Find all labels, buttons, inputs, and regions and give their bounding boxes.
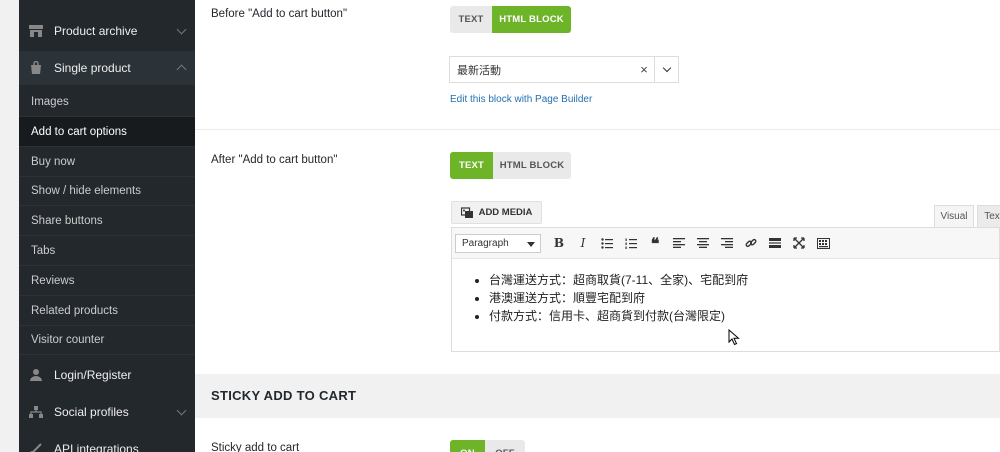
tab-visual[interactable]: Visual <box>934 205 974 227</box>
before-content-type-toggle: TEXT HTML BLOCK <box>450 6 571 33</box>
section-divider <box>195 129 1000 130</box>
sidebar-subitem-visitor-counter[interactable]: Visitor counter <box>19 325 195 355</box>
blockquote-icon[interactable]: ❝ <box>643 233 667 253</box>
clear-selection-icon[interactable]: × <box>634 62 654 77</box>
sidebar-item-label: API integrations <box>54 442 139 452</box>
html-block-select[interactable]: 最新活動 × <box>449 56 679 83</box>
sidebar-subitem-label: Share buttons <box>31 214 103 227</box>
store-icon <box>28 24 44 38</box>
edit-block-link[interactable]: Edit this block with Page Builder <box>450 94 592 105</box>
numbered-list-icon[interactable] <box>619 233 643 253</box>
content-bullet-list: 台灣運送方式：超商取貨(7-11、全家)、宅配到府 港澳運送方式：順豐宅配到府 … <box>489 271 999 325</box>
html-block-select-value: 最新活動 <box>457 64 501 77</box>
after-content-type-toggle: TEXT HTML BLOCK <box>450 152 571 179</box>
align-left-icon[interactable] <box>667 233 691 253</box>
sidebar-subitem-reviews[interactable]: Reviews <box>19 266 195 296</box>
sidebar-item-label: Social profiles <box>54 405 129 419</box>
mouse-cursor-icon <box>728 329 740 346</box>
align-center-icon[interactable] <box>691 233 715 253</box>
sidebar-item-login-register[interactable]: Login/Register <box>19 358 195 392</box>
settings-panel: Before "Add to cart button" TEXT HTML BL… <box>195 0 1000 452</box>
network-icon <box>28 405 44 419</box>
sidebar-item-product-archive[interactable]: Product archive <box>19 14 195 48</box>
sidebar-subitem-label: Tabs <box>31 244 56 257</box>
section-title: STICKY ADD TO CART <box>211 388 357 403</box>
sidebar-subitem-related-products[interactable]: Related products <box>19 296 195 326</box>
after-html-block-option[interactable]: HTML BLOCK <box>493 152 571 179</box>
sticky-off-option[interactable]: OFF <box>485 440 525 452</box>
sticky-add-to-cart-label: Sticky add to cart <box>211 442 300 452</box>
sticky-toggle: ON OFF <box>450 440 525 452</box>
sidebar-item-label: Single product <box>54 61 131 75</box>
list-item: 台灣運送方式：超商取貨(7-11、全家)、宅配到府 <box>489 271 999 289</box>
bag-icon <box>28 61 44 75</box>
sidebar-subitem-tabs[interactable]: Tabs <box>19 236 195 266</box>
chevron-down-icon <box>176 405 187 415</box>
dropdown-arrow-icon <box>527 241 535 247</box>
user-icon <box>28 368 44 382</box>
add-media-label: ADD MEDIA <box>478 207 533 218</box>
after-text-option[interactable]: TEXT <box>450 152 493 179</box>
sticky-on-option[interactable]: ON <box>450 440 485 452</box>
media-icon <box>460 206 473 218</box>
sticky-section-header: STICKY ADD TO CART <box>195 374 1000 418</box>
rich-text-editor: Paragraph B I ❝ • 台灣運送方式：超商取貨(7-11、全家)、宅… <box>451 227 1000 352</box>
after-add-to-cart-label: After "Add to cart button" <box>211 154 338 166</box>
chevron-up-icon <box>176 64 187 75</box>
bold-icon[interactable]: B <box>547 233 571 253</box>
sidebar-subitem-share-buttons[interactable]: Share buttons <box>19 206 195 236</box>
sidebar-subitem-label: Visitor counter <box>31 333 105 346</box>
chevron-down-icon <box>176 24 187 34</box>
settings-sidebar: Product archive Single product Images Ad… <box>19 0 195 452</box>
page-margin <box>0 0 19 452</box>
add-media-button[interactable]: ADD MEDIA <box>451 201 542 224</box>
fullscreen-icon[interactable] <box>787 233 811 253</box>
chevron-down-icon[interactable] <box>654 57 678 82</box>
align-right-icon[interactable] <box>715 233 739 253</box>
format-select[interactable]: Paragraph <box>455 233 541 253</box>
sidebar-subitem-label: Buy now <box>31 155 76 168</box>
before-add-to-cart-label: Before "Add to cart button" <box>211 8 348 20</box>
sidebar-item-api-integrations[interactable]: API integrations <box>19 432 195 452</box>
sidebar-subitem-show-hide-elements[interactable]: Show / hide elements <box>19 176 195 206</box>
sidebar-item-single-product[interactable]: Single product <box>19 51 195 85</box>
read-more-icon[interactable] <box>763 233 787 253</box>
list-item: 付款方式：信用卡、超商貨到付款(台灣限定) <box>489 307 999 325</box>
sidebar-subitem-label: Reviews <box>31 274 75 287</box>
sidebar-subitem-label: Add to cart options <box>31 125 127 138</box>
sidebar-subitem-add-to-cart-options[interactable]: Add to cart options <box>19 117 195 147</box>
sidebar-item-social-profiles[interactable]: Social profiles <box>19 395 195 429</box>
sidebar-item-label: Product archive <box>54 24 138 38</box>
sidebar-item-label: Login/Register <box>54 368 132 382</box>
editor-toolbar: Paragraph B I ❝ <box>452 228 999 259</box>
italic-icon[interactable]: I <box>571 233 595 253</box>
sidebar-subitem-label: Related products <box>31 304 118 317</box>
tab-text[interactable]: Tex <box>977 205 1000 227</box>
sidebar-subitem-buy-now[interactable]: Buy now <box>19 147 195 177</box>
list-item: 港澳運送方式：順豐宅配到府 <box>489 289 999 307</box>
before-text-option[interactable]: TEXT <box>450 6 492 33</box>
bullet-list-icon[interactable] <box>595 233 619 253</box>
app-root: Product archive Single product Images Ad… <box>0 0 1000 452</box>
link-icon[interactable] <box>739 233 763 253</box>
api-icon <box>28 442 44 452</box>
sidebar-subitem-images[interactable]: Images <box>19 87 195 117</box>
before-html-block-option[interactable]: HTML BLOCK <box>492 6 571 33</box>
format-select-value: Paragraph <box>462 237 509 249</box>
sidebar-subitem-label: Images <box>31 95 69 108</box>
sidebar-subitem-label: Show / hide elements <box>31 184 141 197</box>
editor-content[interactable]: 台灣運送方式：超商取貨(7-11、全家)、宅配到府 港澳運送方式：順豐宅配到府 … <box>452 259 999 325</box>
toolbar-toggle-icon[interactable] <box>811 233 835 253</box>
